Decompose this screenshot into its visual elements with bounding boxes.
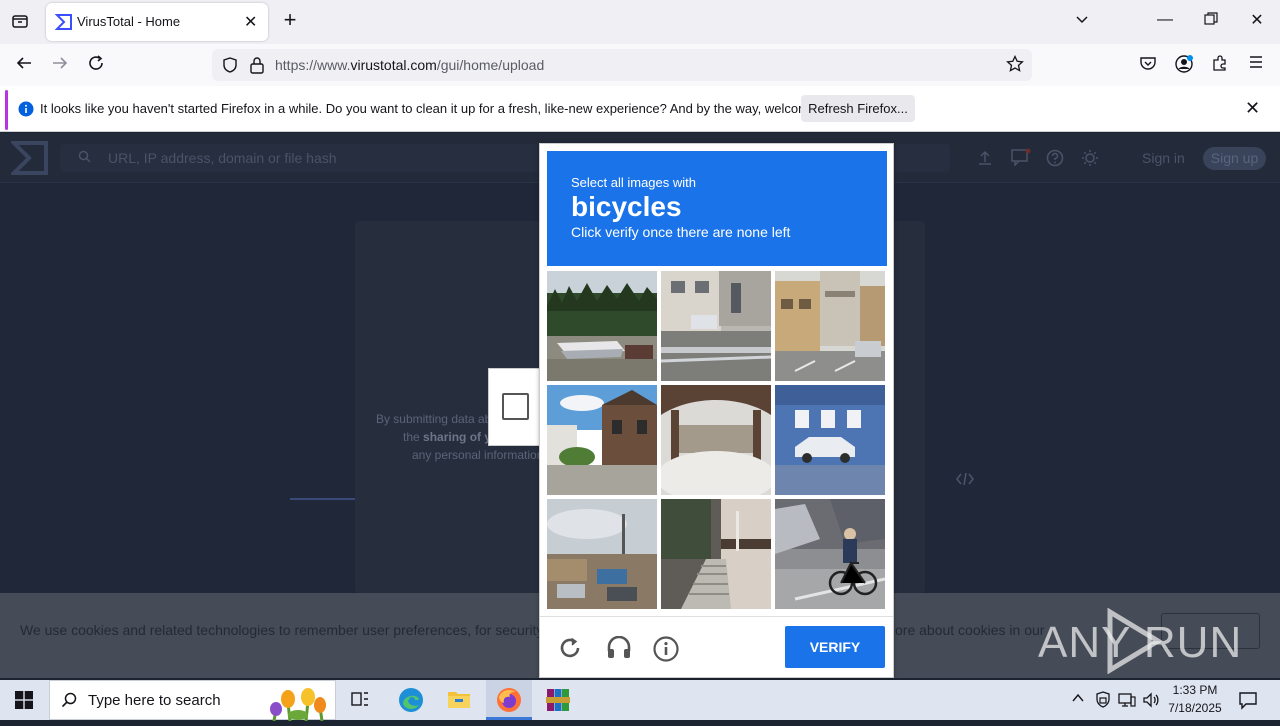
clock-date[interactable]: 7/18/2025 xyxy=(1162,701,1228,715)
taskbar-search-placeholder: Type here to search xyxy=(88,692,221,709)
captcha-footer-divider xyxy=(540,616,893,617)
upload-icon[interactable] xyxy=(976,149,994,172)
help-icon[interactable] xyxy=(1046,149,1064,172)
lock-icon[interactable] xyxy=(249,56,265,79)
new-tab-icon[interactable]: + xyxy=(280,9,300,31)
sign-up-button[interactable]: Sign up xyxy=(1203,147,1266,170)
virustotal-logo-icon[interactable] xyxy=(9,140,49,181)
captcha-tile-stairs-building[interactable] xyxy=(661,499,771,609)
sign-in-link[interactable]: Sign in xyxy=(1142,150,1185,166)
captcha-tile-house-sky[interactable] xyxy=(547,385,657,495)
forward-icon[interactable] xyxy=(50,54,70,78)
restore-icon[interactable] xyxy=(1201,12,1221,32)
tab-bar: VirusTotal - Home ✕ + — ✕ xyxy=(0,0,1280,44)
help-info-icon[interactable] xyxy=(653,636,679,667)
tab-underline xyxy=(290,498,355,500)
tab-title: VirusTotal - Home xyxy=(77,14,181,29)
notifications-icon[interactable] xyxy=(1238,690,1258,715)
search-highlight-flowers-icon xyxy=(260,681,336,726)
watermark-text: ANY RUN xyxy=(1038,618,1243,667)
firefox-taskbar-button[interactable] xyxy=(486,680,532,720)
captcha-instruction: Click verify once there are none left xyxy=(571,224,791,240)
reload-icon[interactable] xyxy=(86,54,106,78)
pocket-icon[interactable] xyxy=(1138,54,1158,78)
minimize-icon[interactable]: — xyxy=(1155,10,1175,30)
info-icon xyxy=(18,101,34,122)
theme-sun-icon[interactable] xyxy=(1081,149,1099,172)
close-tab-icon[interactable]: ✕ xyxy=(244,12,257,32)
recaptcha-checkbox[interactable] xyxy=(502,393,529,420)
terms-line-3: any personal information xyxy=(412,448,544,462)
windows-start-icon[interactable] xyxy=(15,691,33,714)
taskbar-search-box[interactable]: Type here to search xyxy=(49,680,336,722)
firefox-refresh-notification: It looks like you haven't started Firefo… xyxy=(0,86,1280,132)
captcha-tile-boats-forest[interactable] xyxy=(547,271,657,381)
anyrun-watermark: ANY RUN xyxy=(1038,607,1241,675)
chat-icon[interactable] xyxy=(1011,148,1031,171)
tab-virustotal[interactable]: VirusTotal - Home ✕ xyxy=(46,3,268,41)
winrar-archive-icon[interactable] xyxy=(545,687,571,718)
virustotal-favicon-icon xyxy=(54,13,73,31)
taskbar-search-icon xyxy=(61,692,77,713)
clock-time[interactable]: 1:33 PM xyxy=(1162,683,1228,697)
windows-taskbar: Type here to search 1:33 PM 7/18/2025 xyxy=(0,680,1280,722)
captcha-tile-street-houses[interactable] xyxy=(661,271,771,381)
close-notification-icon[interactable]: ✕ xyxy=(1245,98,1260,119)
captcha-tile-cyclist-street[interactable] xyxy=(775,499,885,609)
captcha-tile-shelter-ground[interactable] xyxy=(661,385,771,495)
extensions-icon[interactable] xyxy=(1210,54,1230,78)
list-tabs-chevron-down-icon[interactable] xyxy=(1072,11,1092,33)
audio-challenge-headphones-icon[interactable] xyxy=(606,635,632,665)
url-text: https://www.virustotal.com/gui/home/uplo… xyxy=(275,57,544,73)
volume-speaker-icon[interactable] xyxy=(1142,691,1160,714)
close-window-icon[interactable]: ✕ xyxy=(1247,11,1267,31)
notification-accent-bar xyxy=(5,90,8,130)
reload-challenge-icon[interactable] xyxy=(558,636,582,665)
file-explorer-folder-icon[interactable] xyxy=(447,688,471,715)
captcha-tile-parking-lot[interactable] xyxy=(547,499,657,609)
vt-search-placeholder: URL, IP address, domain or file hash xyxy=(108,150,337,166)
captcha-tile-blue-building-car[interactable] xyxy=(775,385,885,495)
edge-browser-icon[interactable] xyxy=(398,687,424,718)
firefox-icon xyxy=(496,687,522,718)
navigation-bar: https://www.virustotal.com/gui/home/uplo… xyxy=(0,44,1280,86)
url-path: /gui/home/upload xyxy=(436,57,545,73)
code-icon[interactable] xyxy=(955,471,975,492)
url-prefix: https://www. xyxy=(275,57,351,73)
back-icon[interactable] xyxy=(14,54,34,78)
verify-button[interactable]: VERIFY xyxy=(785,626,885,668)
refresh-firefox-button[interactable]: Refresh Firefox... xyxy=(801,95,915,122)
search-icon xyxy=(78,150,91,166)
network-icon[interactable] xyxy=(1118,691,1136,714)
captcha-challenge: Select all images with bicycles Click ve… xyxy=(539,143,894,678)
captcha-target: bicycles xyxy=(571,191,682,222)
notification-text: It looks like you haven't started Firefo… xyxy=(40,101,851,116)
url-bar[interactable]: https://www.virustotal.com/gui/home/uplo… xyxy=(212,49,1032,81)
terms-line-2-a: the xyxy=(403,430,424,444)
captcha-header: Select all images with bicycles Click ve… xyxy=(547,151,887,266)
cookie-text-right: ore about cookies in our xyxy=(895,622,1045,638)
recaptcha-anchor xyxy=(488,368,540,446)
menu-hamburger-icon[interactable] xyxy=(1246,54,1266,76)
security-shield-tray-icon[interactable] xyxy=(1095,691,1111,714)
cookie-text-left: We use cookies and related technologies … xyxy=(20,622,574,638)
tab-overview-icon[interactable] xyxy=(10,12,30,36)
url-domain: virustotal.com xyxy=(350,57,437,73)
bookmark-star-icon[interactable] xyxy=(1006,54,1024,78)
captcha-intro: Select all images with xyxy=(571,175,696,190)
captcha-tile-street-buildings[interactable] xyxy=(775,271,885,381)
account-icon[interactable] xyxy=(1174,54,1194,80)
task-view-icon[interactable] xyxy=(350,690,370,715)
tracking-protection-shield-icon[interactable] xyxy=(221,56,239,79)
show-hidden-icons-chevron-up-icon[interactable] xyxy=(1071,691,1085,710)
